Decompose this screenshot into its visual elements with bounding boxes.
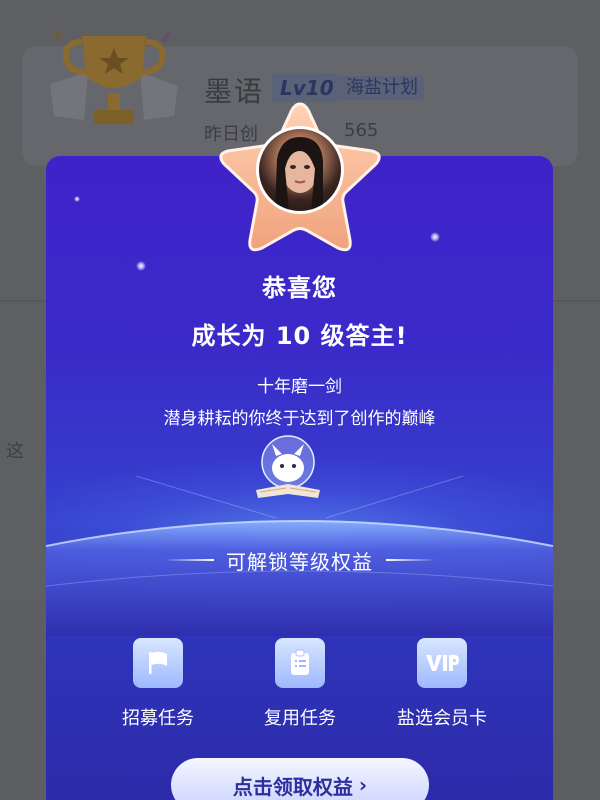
- avatar: [256, 126, 344, 214]
- slogan-line-2: 潜身耕耘的你终于达到了创作的巅峰: [163, 409, 436, 429]
- benefit-vip-card[interactable]: 盐选会员卡: [382, 638, 502, 730]
- benefit-recruit[interactable]: 招募任务: [98, 638, 218, 730]
- congrats-title: 恭喜您: [262, 274, 337, 302]
- slogan-line-1: 十年磨一剑: [257, 377, 342, 397]
- side-text: 这: [6, 441, 24, 462]
- benefit-label: 招募任务: [122, 708, 194, 729]
- vip-icon: [417, 638, 467, 688]
- trophy-icon: [50, 29, 178, 124]
- chevron-right-icon: ›: [358, 773, 368, 797]
- benefits-title: 可解锁等级权益: [226, 550, 373, 574]
- clipboard-icon: [275, 638, 325, 688]
- plan-tag: 海盐计划: [340, 76, 424, 100]
- benefit-reuse[interactable]: 复用任务: [240, 638, 360, 730]
- sparkle: [430, 232, 440, 242]
- benefit-label: 盐选会员卡: [397, 708, 487, 729]
- claim-benefits-button[interactable]: 点击领取权益 ›: [171, 758, 429, 800]
- mascot-icon: [256, 435, 320, 498]
- level-headline: 成长为 10 级答主!: [191, 322, 408, 350]
- flag-icon: [133, 638, 183, 688]
- level-star-badge: [212, 98, 388, 258]
- benefit-label: 复用任务: [264, 708, 336, 729]
- claim-benefits-label: 点击领取权益: [232, 774, 353, 799]
- section-divider-right: [386, 559, 436, 561]
- sparkle: [74, 196, 80, 202]
